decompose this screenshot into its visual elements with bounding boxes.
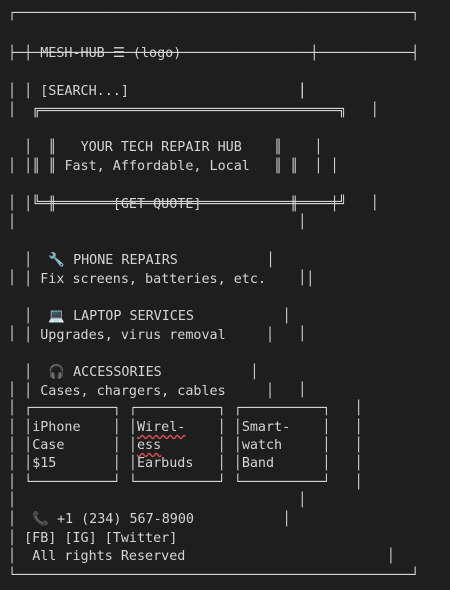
search-row: │ [SEARCH...] │	[8, 64, 306, 99]
service-phone-desc-row: │ Fix screens, batteries, etc. │	[8, 252, 314, 287]
product-card-smartwatch-band[interactable]: watch	[242, 438, 282, 453]
footer-border-bottom: └───────────────────────────────────────…	[8, 568, 420, 583]
service-laptop-desc-row: │ Upgrades, virus removal │	[8, 308, 274, 343]
facebook-link[interactable]: [FB]	[24, 531, 56, 546]
instagram-link[interactable]: [IG]	[64, 531, 96, 546]
hero-border-bottom: │ ╚═════════════════════════════════════…	[8, 196, 379, 211]
hero-subtitle-row: │ ║ Fast, Affordable, Local ║ │	[8, 139, 322, 174]
footer-copyright-row: │ All rights Reserved │	[8, 549, 395, 564]
product-card-wireless-earbuds[interactable]: Earbuds	[137, 456, 193, 471]
footer-social-row: │ [FB] [IG] [Twitter]	[8, 531, 178, 546]
service-accessories-title-row: │ 🎧 ACCESSORIES │	[8, 345, 258, 380]
spacer-line: │ │	[8, 271, 307, 286]
header-bar: │ MESH-HUB ☰ (logo) │	[8, 26, 318, 61]
product-price-iphone-case: $15	[32, 456, 57, 471]
copyright-text: All rights Reserved	[32, 549, 186, 564]
footer-phone-row: │ 📞 +1 (234) 567-8900 │	[8, 512, 291, 527]
product-cards-bottom: │ └──────────┘ └──────────┘ └──────────┘…	[8, 475, 363, 490]
header-border-bottom: ├───────────────────────────────────────…	[8, 46, 420, 61]
product-card-iphone-case[interactable]: iPhone	[32, 420, 80, 435]
product-cards-row-3: │ │$15 │ │Earbuds │ │Band │ │	[8, 456, 363, 471]
product-card-wireless-earbuds[interactable]: ess	[137, 438, 161, 453]
product-card-smartwatch-band[interactable]: Band	[242, 456, 274, 471]
hero-title-row: │ ║ YOUR TECH REPAIR HUB ║ │	[8, 120, 322, 155]
hero-border-top: │ ╔═════════════════════════════════════…	[8, 103, 379, 118]
header-border-top: ┌───────────────────────────────────────…	[8, 6, 420, 21]
product-cards-row-2: │ │Case │ │ess │ │watch │ │	[8, 438, 363, 453]
hero-empty-row: │ ║ ║ │	[8, 159, 339, 174]
spacer-line: │ │	[8, 215, 307, 230]
spacer-line: │ │	[8, 493, 307, 508]
product-card-smartwatch-band[interactable]: Smart-	[242, 420, 290, 435]
service-accessories-desc-row: │ Cases, chargers, cables │	[8, 364, 274, 399]
spacer-line: │ │	[8, 327, 307, 342]
twitter-link[interactable]: [Twitter]	[105, 531, 178, 546]
product-card-iphone-case[interactable]: Case	[32, 438, 64, 453]
phone-number-link[interactable]: +1 (234) 567-8900	[57, 512, 194, 527]
phone-icon: 📞	[32, 512, 49, 527]
product-cards-top: │ ┌──────────┐ ┌──────────┐ ┌──────────┐…	[8, 401, 363, 416]
service-phone-title-row: │ 🔧 PHONE REPAIRS │	[8, 233, 275, 268]
product-cards-row-1: │ │iPhone │ │Wirel- │ │Smart- │ │	[8, 420, 363, 435]
spacer-line: │ │	[8, 383, 307, 398]
spacer-line: │ │	[8, 84, 307, 99]
service-laptop-title-row: │ 💻 LAPTOP SERVICES │	[8, 289, 291, 324]
product-card-wireless-earbuds[interactable]: Wirel-	[137, 420, 185, 435]
hero-cta-row: │ ║ [GET QUOTE] ║ │	[8, 177, 338, 212]
